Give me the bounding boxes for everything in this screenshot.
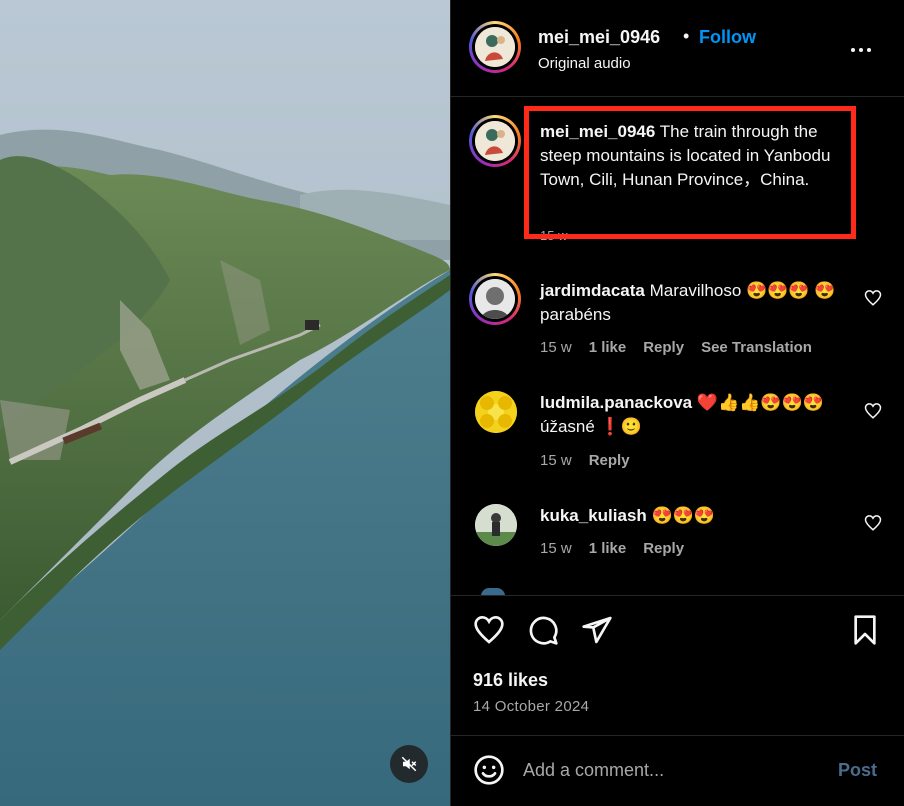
post-date: 14 October 2024 <box>473 698 590 715</box>
avatar-photo-icon <box>475 279 515 319</box>
post-actions: 916 likes 14 October 2024 <box>451 595 904 735</box>
landscape-video <box>0 0 450 806</box>
separator-dot: • <box>683 26 690 46</box>
comment-avatar[interactable] <box>475 391 517 433</box>
reply-button[interactable]: Reply <box>643 339 684 356</box>
mute-button[interactable] <box>390 745 428 783</box>
comment-avatar[interactable] <box>475 279 515 319</box>
comment-text: jardimdacata Maravilhoso 😍😍😍 😍parabéns <box>540 279 840 327</box>
see-translation-button[interactable]: See Translation <box>701 339 812 356</box>
follow-button[interactable]: Follow <box>699 27 756 48</box>
avatar-illustration-icon <box>475 27 515 67</box>
comment-username[interactable]: jardimdacata <box>540 281 645 300</box>
bookmark-icon[interactable] <box>849 614 881 646</box>
comment-time: 15 w <box>540 540 572 557</box>
comment-username[interactable]: kuka_kuliash <box>540 506 647 525</box>
speaker-muted-icon <box>401 756 417 772</box>
like-heart-icon[interactable] <box>473 614 505 646</box>
more-horizontal-icon[interactable] <box>849 38 873 62</box>
reply-button[interactable]: Reply <box>643 540 684 557</box>
caption-avatar[interactable] <box>475 121 515 161</box>
heart-icon[interactable] <box>864 402 882 420</box>
emoji-icon[interactable] <box>473 754 505 786</box>
comment-username[interactable]: ludmila.panackova <box>540 393 692 412</box>
flower-avatar-icon <box>475 391 517 433</box>
likes-count[interactable]: 916 likes <box>473 670 548 691</box>
comment-text: ludmila.panackova ❤️👍👍😍😍😍 úžasné ❗🙂 <box>540 391 840 439</box>
post-side-panel: mei_mei_0946 • Follow Original audio 15 … <box>450 0 904 806</box>
heart-icon[interactable] <box>864 514 882 532</box>
comment-meta: 15 w Reply <box>540 452 647 469</box>
share-send-icon[interactable] <box>581 614 613 646</box>
comment-bubble-icon[interactable] <box>527 614 559 646</box>
comment-avatar[interactable] <box>475 504 517 546</box>
avatar[interactable] <box>475 27 515 67</box>
comment-input[interactable] <box>523 754 823 786</box>
heart-icon[interactable] <box>864 289 882 307</box>
comment-time: 15 w <box>540 452 572 469</box>
comment-meta: 15 w 1 like Reply See Translation <box>540 339 829 356</box>
caption-text: mei_mei_0946 The train through the steep… <box>540 120 845 192</box>
caption-username[interactable]: mei_mei_0946 <box>540 122 655 141</box>
comment-body: 😍😍😍 <box>651 506 716 525</box>
comment-time: 15 w <box>540 339 572 356</box>
comment-text: kuka_kuliash 😍😍😍 <box>540 504 840 528</box>
comment-likes-link[interactable]: 1 like <box>589 339 627 356</box>
avatar-photo-icon <box>475 504 517 546</box>
comment-composer: Post <box>451 735 904 806</box>
avatar-illustration-icon <box>475 121 515 161</box>
audio-link[interactable]: Original audio <box>538 55 631 72</box>
post-media[interactable] <box>0 0 450 806</box>
post-header: mei_mei_0946 • Follow Original audio <box>451 0 904 97</box>
post-comment-button[interactable]: Post <box>838 760 877 781</box>
comment-likes-link[interactable]: 1 like <box>589 540 627 557</box>
reply-button[interactable]: Reply <box>589 452 630 469</box>
post-author-username[interactable]: mei_mei_0946 <box>538 27 660 48</box>
comment-meta: 15 w 1 like Reply <box>540 540 701 557</box>
